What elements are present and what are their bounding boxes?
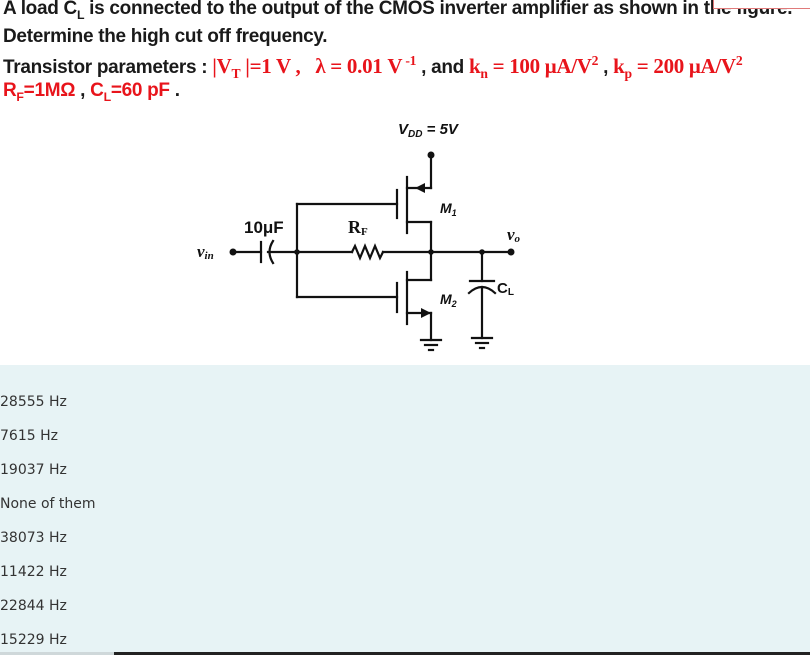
vdd-label: VDD = 5V [398,121,460,140]
answer-option[interactable]: 22844 Hz [0,598,67,614]
vin-terminal [229,248,237,256]
question-line-1: A load CL is connected to the output of … [3,0,793,22]
question-panel: A load CL is connected to the output of … [0,0,810,365]
answer-option[interactable]: None of them [0,496,96,512]
rf-resistor [350,243,385,261]
kn-param: kn = 100 μA/V2 [468,53,599,82]
answer-option[interactable]: 38073 Hz [0,530,67,546]
kp-param: kp = 200 μA/V2 [613,53,743,82]
cl-node [479,249,485,255]
m1-label: M1 [440,200,457,218]
vo-label: vo [507,225,521,245]
answer-option[interactable]: 11422 Hz [0,564,67,580]
m2-label: M2 [440,291,457,309]
m2-source-arrow [421,308,431,318]
separator: , [598,57,614,78]
component-values-line: RF=1MΩ , CL=60 pF . [3,80,180,104]
gate-node [294,249,300,255]
question-line-2: Determine the high cut off frequency. [3,26,328,48]
coupling-cap-label: 10μF [244,218,284,237]
answer-options-panel: 28555 Hz 7615 Hz 19037 Hz None of them 3… [0,365,810,655]
question-text: Determine the high cut off frequency. [3,26,328,47]
vo-terminal [507,248,515,256]
vt-param: |VT |=1 V , [212,54,301,82]
parameters-label: Transistor parameters : [3,57,213,78]
cl-label: CL [497,280,514,298]
m1-source-arrow [415,183,425,193]
answer-option[interactable]: 19037 Hz [0,462,67,478]
separator: , [75,80,91,101]
cmos-inverter-schematic: VDD = 5V M1 M2 10μF RF vin vo CL [197,121,521,352]
and-text: , and [416,57,469,78]
answer-option[interactable]: 15229 Hz [0,632,67,648]
cl-param: CL=60 pF [90,80,170,104]
answer-option[interactable]: 7615 Hz [0,428,58,444]
vin-label: vin [197,242,214,262]
rf-param: RF=1MΩ [3,80,76,104]
parameters-line: Transistor parameters : |VT |=1 V , λ = … [3,53,743,82]
rf-label: RF [348,217,368,238]
answer-option[interactable]: 28555 Hz [0,394,67,410]
vdd-terminal [427,151,435,159]
question-text: is connected to the output of the CMOS i… [84,0,793,19]
lambda-param: λ = 0.01 V -1 [315,53,417,78]
question-text: A load C [3,0,77,19]
output-node [428,249,434,255]
clipping-overlay [713,0,810,9]
period: . [169,80,180,101]
